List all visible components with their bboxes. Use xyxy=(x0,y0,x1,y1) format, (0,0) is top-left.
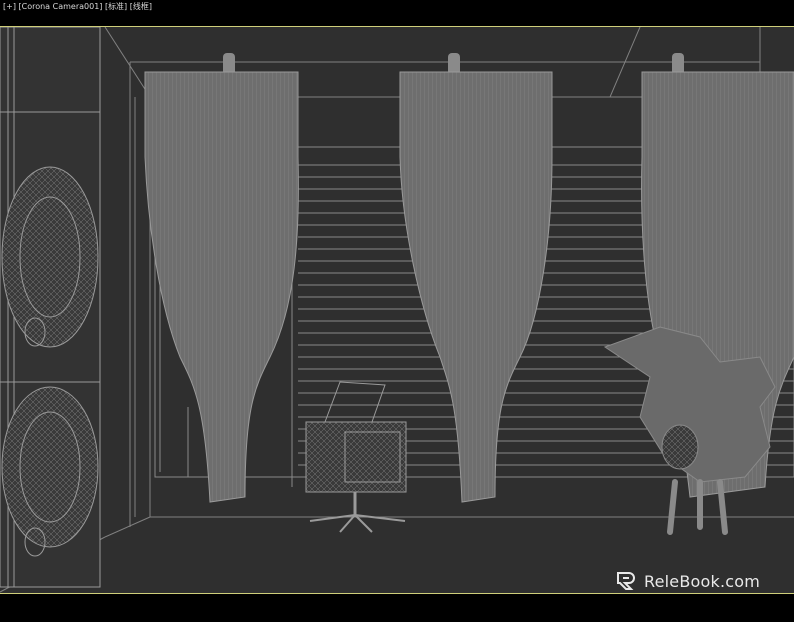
curtain-middle xyxy=(399,53,553,503)
viewport-header: [+] [Corona Camera001] [标准] [线框] xyxy=(0,0,794,14)
watermark-text: ReleBook.com xyxy=(644,571,761,591)
relebook-logo-icon xyxy=(617,572,635,590)
wall-shelf xyxy=(0,27,101,588)
viewport-canvas[interactable]: ReleBook.com xyxy=(0,26,794,594)
viewport-footer xyxy=(0,594,794,622)
wireframe-scene xyxy=(0,27,794,593)
watermark: ReleBook.com xyxy=(616,571,760,591)
viewport-label[interactable]: [+] [Corona Camera001] [标准] [线框] xyxy=(3,2,152,12)
curtain-left xyxy=(144,53,299,503)
